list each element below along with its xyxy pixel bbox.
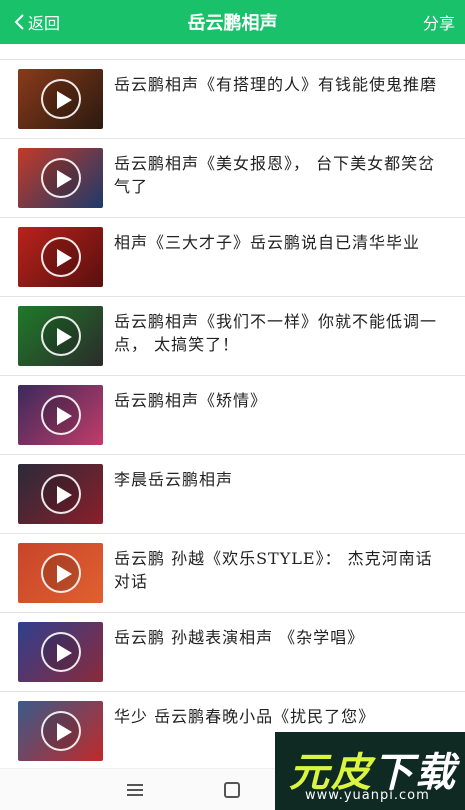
top-app-bar: 返回 岳云鹏相声 分享: [0, 0, 465, 44]
list-item[interactable]: 岳云鹏相声《我们不一样》你就不能低调一点， 太搞笑了！: [0, 297, 465, 376]
video-title: 华少 岳云鹏春晚小品《扰民了您》: [114, 707, 376, 726]
video-thumbnail: [18, 227, 103, 287]
play-icon[interactable]: [40, 553, 81, 593]
play-icon[interactable]: [40, 474, 81, 514]
list-item[interactable]: 岳云鹏 孙越表演相声 《杂学唱》: [0, 613, 465, 692]
list-item[interactable]: 岳云鹏相声《美女报恩》， 台下美女都笑岔气了: [0, 139, 465, 218]
page-title: 岳云鹏相声: [187, 13, 278, 34]
play-icon[interactable]: [40, 711, 81, 751]
video-title: 岳云鹏 孙越表演相声 《杂学唱》: [114, 628, 365, 647]
play-icon[interactable]: [40, 237, 81, 277]
video-thumbnail: [18, 69, 103, 129]
list-item[interactable]: 岳云鹏 孙越《欢乐STYLE》： 杰克河南话对话: [0, 534, 465, 613]
watermark-url: www.yuanpi.com: [305, 788, 430, 803]
video-thumbnail: [18, 543, 103, 603]
home-square-icon[interactable]: [224, 782, 240, 798]
video-title: 岳云鹏相声《我们不一样》你就不能低调一点， 太搞笑了！: [114, 312, 438, 354]
video-title: 相声《三大才子》岳云鹏说自已清华毕业: [114, 233, 421, 252]
chevron-left-icon: [14, 14, 24, 30]
list-item[interactable]: 岳云鹏相声《有搭理的人》有钱能使鬼推磨: [0, 60, 465, 139]
video-thumbnail: [18, 385, 103, 445]
play-icon[interactable]: [40, 632, 81, 672]
video-title: 岳云鹏相声《美女报恩》， 台下美女都笑岔气了: [114, 154, 436, 196]
video-list: 岳云鹏相声《有搭理的人》有钱能使鬼推磨 岳云鹏相声《美女报恩》， 台下美女都笑岔…: [0, 59, 465, 771]
list-item[interactable]: 李晨岳云鹏相声: [0, 455, 465, 534]
watermark: 元皮下载 www.yuanpi.com: [275, 732, 465, 810]
video-title: 岳云鹏相声《矫情》: [114, 391, 268, 410]
video-title: 李晨岳云鹏相声: [114, 470, 234, 489]
share-button[interactable]: 分享: [423, 0, 455, 44]
menu-icon[interactable]: [127, 784, 143, 796]
back-button[interactable]: 返回: [12, 0, 60, 44]
play-icon[interactable]: [40, 79, 81, 119]
play-icon[interactable]: [40, 395, 81, 435]
video-thumbnail: [18, 701, 103, 761]
video-title: 岳云鹏相声《有搭理的人》有钱能使鬼推磨: [114, 75, 438, 94]
list-item[interactable]: 相声《三大才子》岳云鹏说自已清华毕业: [0, 218, 465, 297]
video-thumbnail: [18, 306, 103, 366]
video-thumbnail: [18, 464, 103, 524]
back-label: 返回: [28, 14, 61, 33]
video-title: 岳云鹏 孙越《欢乐STYLE》： 杰克河南话对话: [114, 549, 433, 591]
video-thumbnail: [18, 622, 103, 682]
video-thumbnail: [18, 148, 103, 208]
play-icon[interactable]: [40, 316, 81, 356]
play-icon[interactable]: [40, 158, 81, 198]
list-item[interactable]: 岳云鹏相声《矫情》: [0, 376, 465, 455]
